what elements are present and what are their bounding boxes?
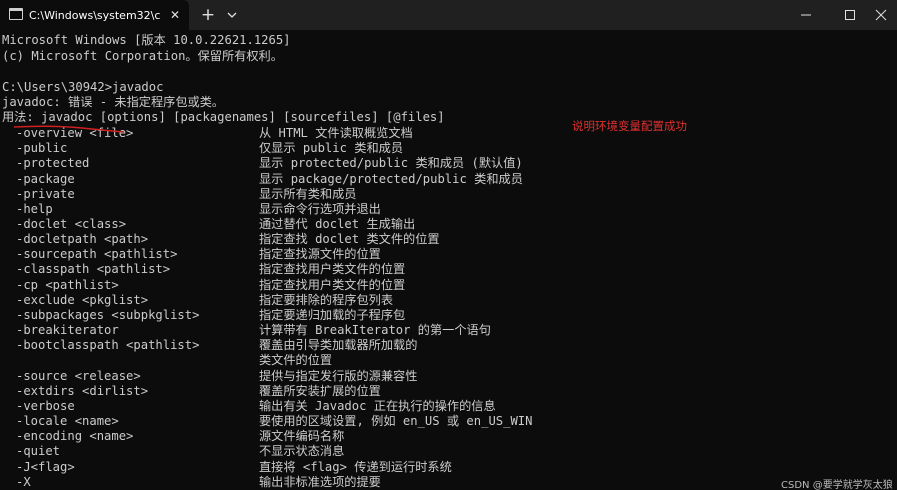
minimize-icon[interactable] [783, 0, 829, 30]
option-description: 输出非标准选项的提要 [259, 474, 381, 489]
new-tab-button[interactable]: + [199, 5, 217, 25]
option-flag: -package [16, 171, 75, 186]
usage-line: 用法: javadoc [options] [packagenames] [so… [2, 110, 445, 124]
option-description: 显示 package/protected/public 类和成员 [259, 171, 523, 186]
annotation-note: 说明环境变量配置成功 [572, 119, 687, 133]
option-description: 指定查找 doclet 类文件的位置 [259, 232, 440, 247]
option-description: 指定要排除的程序包列表 [259, 292, 394, 307]
option-description: 指定查找用户类文件的位置 [259, 277, 406, 292]
red-underline-annotation [13, 125, 125, 133]
option-description: 类文件的位置 [259, 353, 333, 368]
option-flag: -locale <name> [16, 414, 119, 428]
option-description: 覆盖所安装扩展的位置 [259, 383, 381, 398]
tab-close-button[interactable]: ✕ [167, 7, 183, 23]
option-description: 通过替代 doclet 生成输出 [259, 217, 416, 231]
option-flag: -help [16, 201, 53, 216]
option-flag: -docletpath <path> [16, 232, 149, 247]
option-description: 仅显示 public 类和成员 [259, 141, 404, 156]
option-description: 显示所有类和成员 [259, 186, 357, 201]
option-flag: -classpath <pathlist> [16, 262, 171, 277]
console-output[interactable]: Microsoft Windows [版本 10.0.22621.1265] (… [0, 31, 897, 490]
console-header-line: Microsoft Windows [版本 10.0.22621.1265] [2, 33, 291, 47]
title-bar[interactable]: C:\Windows\system32\cmd.e ✕ + [0, 0, 897, 30]
option-flag: -private [16, 186, 75, 201]
terminal-icon [9, 8, 23, 20]
option-description: 计算带有 BreakIterator 的第一个语句 [259, 323, 491, 338]
option-description: 指定查找用户类文件的位置 [259, 262, 406, 277]
option-flag: -encoding <name> [16, 429, 134, 444]
option-flag: -X [16, 474, 31, 489]
watermark: CSDN @要学就学灰太狼 [781, 480, 893, 490]
tab-title: C:\Windows\system32\cmd.e [29, 9, 161, 22]
option-flag: -doclet <class> [16, 217, 127, 231]
option-description: 输出有关 Javadoc 正在执行的操作的信息 [259, 398, 496, 413]
option-flag: -breakiterator [16, 323, 119, 338]
option-description: 源文件编码名称 [259, 429, 345, 444]
option-description: 不显示状态消息 [259, 444, 345, 459]
option-description: 要使用的区域设置, 例如 en_US 或 en_US_WIN [259, 414, 533, 428]
option-flag: -sourcepath <pathlist> [16, 247, 178, 262]
option-flag: -exclude <pkglist> [16, 292, 149, 307]
option-flag: -source <release> [16, 368, 141, 383]
option-flag: -public [16, 141, 68, 156]
option-description: 显示 protected/public 类和成员 (默认值) [259, 156, 523, 171]
option-description: 从 HTML 文件读取概览文档 [259, 126, 413, 140]
option-description: 显示命令行选项并退出 [259, 201, 381, 216]
option-flag: -protected [16, 156, 90, 171]
option-flag: -extdirs <dirlist> [16, 383, 149, 398]
option-flag: -bootclasspath <pathlist> [16, 338, 200, 353]
option-flag: -subpackages <subpkglist> [16, 307, 200, 322]
error-message: javadoc: 错误 - 未指定程序包或类。 [2, 95, 225, 109]
chevron-down-icon[interactable] [225, 7, 239, 23]
option-description: 直接将 <flag> 传递到运行时系统 [259, 459, 452, 474]
option-flag: -J<flag> [16, 459, 75, 474]
option-flag: -verbose [16, 398, 75, 413]
tab-cmd[interactable]: C:\Windows\system32\cmd.e ✕ [0, 0, 189, 30]
option-flag: -quiet [16, 444, 61, 459]
command-prompt: C:\Users\30942>javadoc [2, 80, 164, 94]
option-description: 指定要递归加载的子程序包 [259, 307, 406, 322]
close-icon[interactable] [855, 0, 897, 30]
option-description: 覆盖由引导类加载器所加载的 [259, 338, 418, 353]
option-description: 提供与指定发行版的源兼容性 [259, 368, 418, 383]
option-description: 指定查找源文件的位置 [259, 247, 381, 262]
option-flag: -cp <pathlist> [16, 277, 119, 292]
console-header-line: (c) Microsoft Corporation。保留所有权利。 [2, 49, 283, 63]
